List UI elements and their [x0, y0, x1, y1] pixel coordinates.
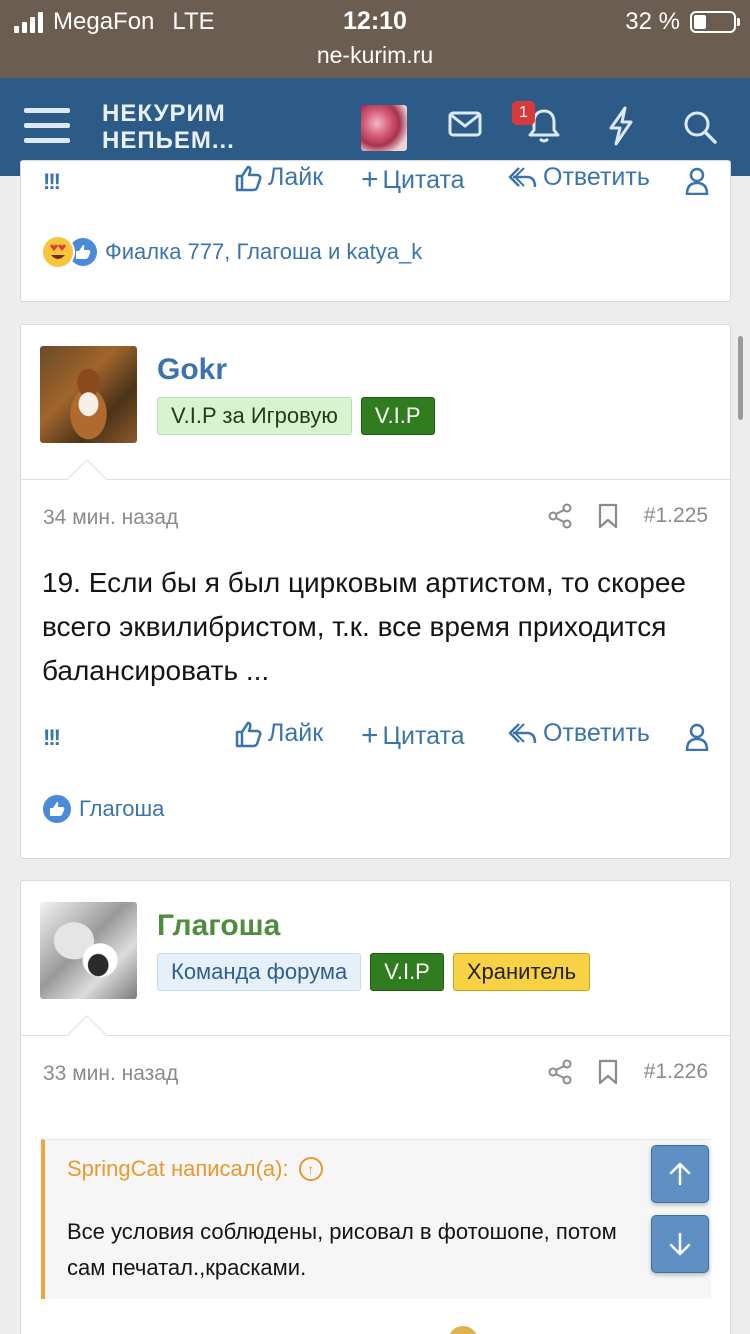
divider [21, 1035, 730, 1036]
scroll-up-button[interactable] [651, 1145, 709, 1203]
quote-button[interactable]: + Цитата [361, 163, 465, 197]
quote-button[interactable]: + Цитата [361, 719, 465, 753]
post-card-glagosha: Глагоша Команда форума V.I.P Хранитель 3… [20, 880, 731, 1334]
notification-badge: 1 [512, 101, 535, 125]
reply-button[interactable]: Ответить [507, 163, 650, 192]
share-icon[interactable] [548, 1059, 572, 1085]
post-actions: !!! Лайк + Цитата Ответить [21, 719, 730, 759]
caret [67, 459, 107, 499]
post-time[interactable]: 33 мин. назад [43, 1062, 178, 1086]
caret [67, 1015, 107, 1055]
thumbs-up-icon [235, 165, 262, 191]
share-icon[interactable] [548, 503, 572, 529]
quote-author: SpringCat написал(а): [67, 1156, 289, 1181]
reply-label: Ответить [543, 163, 650, 191]
quote-block: SpringCat написал(а): ↑ Все условия собл… [41, 1139, 711, 1299]
like-button[interactable]: Лайк [234, 719, 323, 748]
user-title-badge: V.I.P за Игровую [157, 397, 352, 435]
post-number[interactable]: #1.225 [644, 504, 708, 528]
post-body: 19. Если бы я был цирковым артистом, то … [42, 567, 686, 686]
reactions-users[interactable]: Фиалка 777, Глагоша и katya_k [105, 239, 422, 265]
arrow-up-icon [669, 1162, 691, 1186]
user-title-badge: V.I.P [370, 953, 444, 991]
page-scrollbar[interactable] [738, 336, 743, 420]
user-title-badge: Команда форума [157, 953, 362, 991]
plus-icon: + [361, 719, 379, 752]
reactions-users[interactable]: Глагоша [79, 796, 164, 822]
heart-eyes-emoji-icon [41, 235, 75, 269]
exclamation-marks[interactable]: !!! [43, 169, 61, 195]
quote-text: Все условия соблюдены, рисовал в фотошоп… [67, 1219, 617, 1280]
arrow-down-icon [669, 1232, 691, 1256]
user-avatar[interactable] [361, 105, 407, 151]
post-card-gokr: Gokr V.I.P за Игровую V.I.P 34 мин. наза… [20, 324, 731, 859]
post-number[interactable]: #1.226 [644, 1060, 708, 1084]
status-bar: MegaFon LTE 12:10 ne-kurim.ru 32 % [0, 0, 750, 78]
menu-icon[interactable] [24, 108, 70, 144]
username[interactable]: Gokr [157, 353, 227, 387]
like-reaction-icon [41, 793, 73, 825]
scroll-down-button[interactable] [651, 1215, 709, 1273]
user-title-badge: Хранитель [452, 953, 591, 991]
bookmark-icon[interactable] [598, 503, 618, 529]
user-titles: Команда форума V.I.P Хранитель [157, 953, 591, 991]
url-bar[interactable]: ne-kurim.ru [0, 42, 750, 69]
quote-header[interactable]: SpringCat написал(а): ↑ [67, 1156, 323, 1182]
like-button[interactable]: Лайк [234, 163, 323, 192]
battery-percent: 32 % [625, 8, 680, 35]
quote-label: Цитата [382, 721, 465, 750]
reply-icon [508, 166, 537, 187]
user-titles: V.I.P за Игровую V.I.P [157, 397, 435, 435]
site-logo[interactable]: НЕКУРИМ НЕПЬЕМ... [102, 100, 235, 154]
logo-line-1: НЕКУРИМ [102, 100, 226, 127]
post-time[interactable]: 34 мин. назад [43, 506, 178, 530]
quote-label: Цитата [382, 165, 465, 194]
reactions-bar[interactable]: Фиалка 777, Глагоша и katya_k [41, 235, 422, 269]
user-action-icon[interactable] [685, 167, 715, 195]
mail-icon[interactable] [448, 111, 482, 137]
battery-icon [690, 11, 740, 33]
lightning-icon[interactable] [607, 106, 635, 146]
reply-icon [508, 722, 537, 743]
arrow-up-circle-icon[interactable]: ↑ [298, 1157, 323, 1181]
divider [21, 479, 730, 480]
avatar[interactable] [40, 902, 137, 999]
user-action-icon[interactable] [685, 723, 715, 751]
reply-button[interactable]: Ответить [507, 719, 650, 748]
user-title-badge: V.I.P [360, 397, 435, 435]
exclamation-marks[interactable]: !!! [43, 725, 61, 751]
reactions-bar[interactable]: Глагоша [41, 793, 164, 825]
like-label: Лайк [268, 719, 324, 747]
bookmark-icon[interactable] [598, 1059, 618, 1085]
logo-line-2: НЕПЬЕМ... [102, 127, 235, 154]
search-icon[interactable] [683, 110, 717, 144]
avatar[interactable] [40, 346, 137, 443]
plus-icon: + [361, 163, 379, 196]
thumbs-up-icon [235, 721, 262, 747]
reply-label: Ответить [543, 719, 650, 747]
like-label: Лайк [268, 163, 324, 191]
username[interactable]: Глагоша [157, 909, 280, 943]
post-card-previous: !!! Лайк + Цитата Ответить Фиалка 777, Г… [20, 160, 731, 302]
post-actions: !!! Лайк + Цитата Ответить [21, 163, 730, 203]
